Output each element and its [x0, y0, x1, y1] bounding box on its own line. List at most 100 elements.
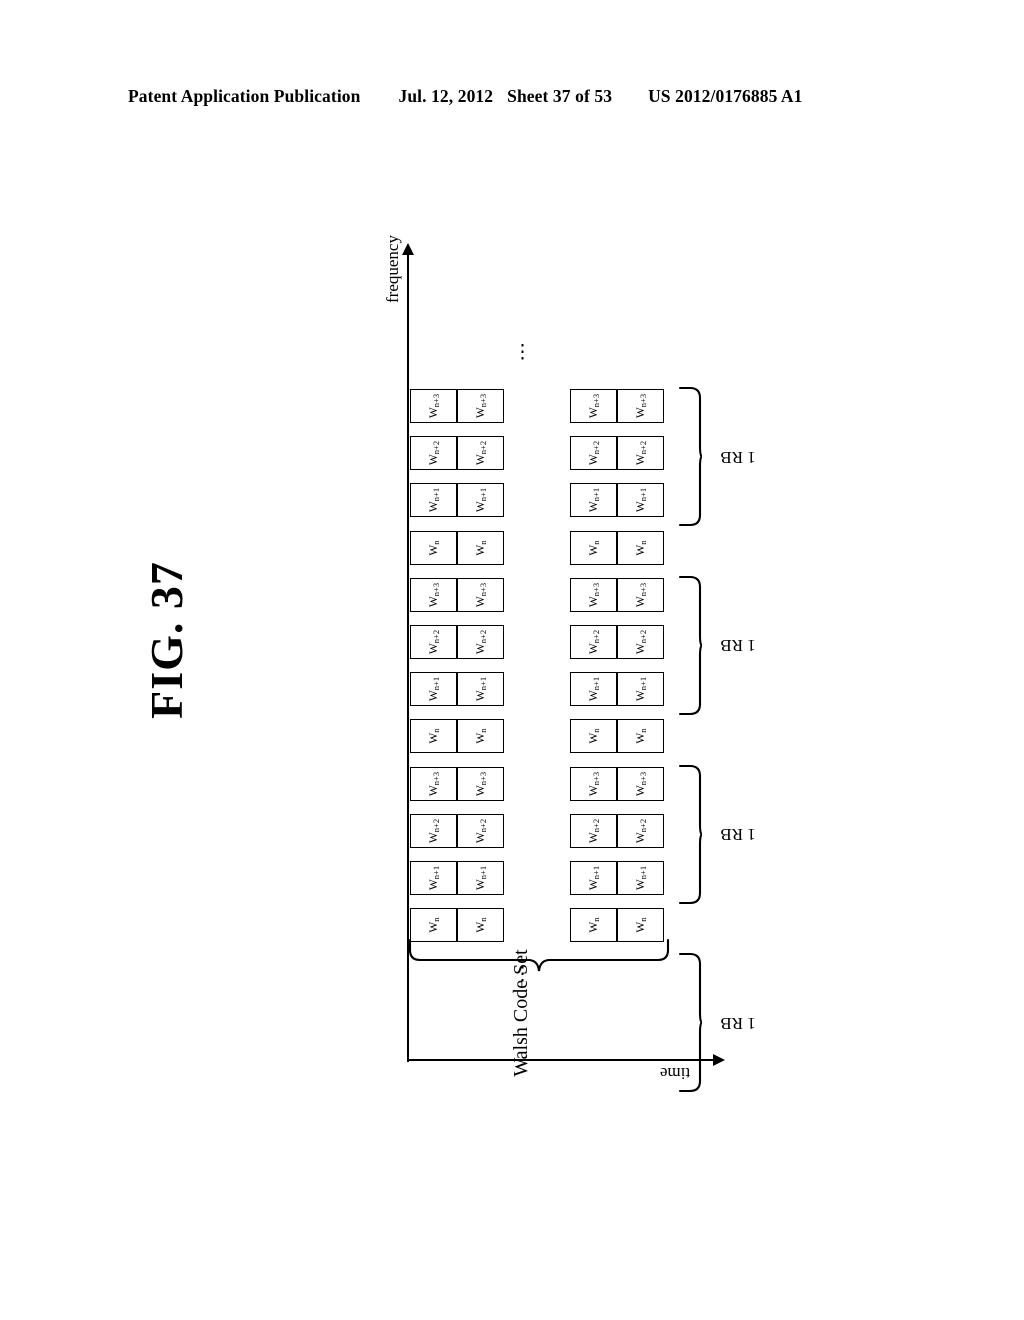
resource-cell-label: Wn+3 — [474, 771, 488, 796]
resource-cell: Wn — [570, 530, 617, 565]
resource-block-brace-svg — [678, 575, 703, 715]
walsh-brace-svg — [408, 938, 670, 972]
walsh-code-set-label: Walsh Code Set — [510, 949, 532, 1077]
resource-cell-row: Wn+2 Wn+2 — [570, 813, 664, 848]
resource-cell-label: Wn+3 — [474, 582, 488, 607]
resource-cell-label: Wn+3 — [634, 771, 648, 796]
resource-cell-row: Wn Wn — [410, 719, 504, 754]
resource-block-label: 1 RB — [720, 1013, 756, 1033]
resource-block-brace — [678, 386, 704, 527]
resource-cell: Wn+1 — [457, 483, 504, 518]
resource-cell: Wn+3 — [457, 577, 504, 612]
resource-cell-label: Wn+1 — [587, 865, 601, 891]
resource-cell: Wn+2 — [410, 436, 457, 471]
resource-cell-row: Wn Wn — [570, 719, 664, 754]
resource-cell: Wn+1 — [457, 861, 504, 895]
resource-cell: Wn+1 — [410, 672, 457, 707]
resource-cell-row: Wn+2 Wn+2 — [410, 436, 504, 471]
resource-cell-label: Wn+2 — [427, 441, 441, 466]
resource-cell: Wn+1 — [617, 483, 664, 518]
resource-cell: Wn — [570, 719, 617, 754]
resource-cell-label: Wn+3 — [587, 582, 601, 607]
resource-cell-label: Wn+2 — [427, 629, 441, 655]
resource-cell-label: Wn+1 — [427, 488, 441, 513]
resource-cell-label: Wn+2 — [587, 818, 601, 843]
resource-cell: Wn+3 — [570, 766, 617, 801]
resource-cell-row: Wn Wn — [570, 530, 664, 565]
resource-cell: Wn+2 — [570, 436, 617, 471]
resource-cell-label: Wn+1 — [587, 488, 601, 513]
resource-cell-label: Wn+2 — [634, 818, 648, 843]
resource-cell: Wn — [410, 530, 457, 565]
resource-cell: Wn — [617, 530, 664, 565]
resource-cell-label: Wn+2 — [474, 441, 488, 466]
resource-cell: Wn — [410, 719, 457, 754]
resource-cell: Wn+3 — [457, 766, 504, 801]
resource-cell-row: Wn Wn — [410, 530, 504, 565]
resource-cell-label: Wn+1 — [427, 677, 441, 702]
resource-cell-row: Wn+2 Wn+2 — [410, 625, 504, 659]
resource-cell-row: Wn+3 Wn+3 — [410, 577, 504, 612]
resource-cell-row: Wn+2 Wn+2 — [570, 436, 664, 471]
resource-cell-label: Wn+3 — [474, 393, 488, 419]
frequency-axis-label: frequency — [383, 235, 402, 303]
resource-cell-label: Wn — [474, 728, 488, 744]
time-axis-line — [407, 1059, 717, 1061]
resource-cell-label: Wn+2 — [634, 441, 648, 466]
resource-cell-row: Wn+1 Wn+1 — [410, 483, 504, 518]
resource-cell-label: Wn+2 — [474, 818, 488, 843]
resource-cell-label: Wn+1 — [634, 488, 648, 513]
resource-cell: Wn+2 — [410, 625, 457, 659]
walsh-code-set-brace — [408, 938, 670, 972]
resource-cell: Wn — [617, 719, 664, 754]
resource-cell-row: Wn+3 Wn+3 — [570, 766, 664, 801]
resource-cell: Wn — [457, 530, 504, 565]
resource-cell-label: Wn+3 — [427, 393, 441, 419]
resource-cell: Wn+2 — [617, 813, 664, 848]
resource-cell-row: Wn+1 Wn+1 — [410, 672, 504, 707]
resource-cell: Wn+3 — [410, 389, 457, 423]
resource-cell: Wn+2 — [410, 813, 457, 848]
resource-cell: Wn+3 — [570, 577, 617, 612]
resource-cell-row: Wn+1 Wn+1 — [570, 672, 664, 707]
resource-cell: Wn+1 — [457, 672, 504, 707]
resource-cell: Wn+2 — [457, 813, 504, 848]
resource-cell: Wn+1 — [570, 672, 617, 707]
resource-cell-row: Wn+1 Wn+1 — [410, 861, 504, 895]
resource-cell-label: Wn+3 — [634, 582, 648, 607]
resource-cell-label: Wn+1 — [634, 677, 648, 702]
resource-cell: Wn+1 — [410, 861, 457, 895]
resource-cell: Wn+3 — [457, 389, 504, 423]
resource-cell: Wn+3 — [617, 577, 664, 612]
resource-cell-label: Wn+2 — [587, 441, 601, 466]
resource-cell-label: Wn+1 — [474, 677, 488, 702]
resource-cell-label: Wn+2 — [587, 629, 601, 655]
resource-block-brace — [678, 764, 704, 905]
resource-cell-row: Wn+3 Wn+3 — [570, 577, 664, 612]
resource-cell: Wn+1 — [617, 861, 664, 895]
resource-cell-row: Wn+2 Wn+2 — [410, 813, 504, 848]
resource-cell-row: Wn+1 Wn+1 — [570, 483, 664, 518]
resource-block-brace — [678, 575, 704, 716]
resource-cell-row: Wn+3 Wn+3 — [570, 389, 664, 423]
resource-cell-label: Wn — [634, 728, 648, 744]
resource-cell-label: Wn+2 — [427, 818, 441, 843]
resource-cell-label: Wn — [587, 540, 601, 556]
resource-cell: Wn+1 — [617, 672, 664, 707]
resource-cell-label: Wn — [587, 728, 601, 744]
resource-cell-label: Wn+1 — [634, 865, 648, 891]
figure-drawing: frequency time ⋮ Wn+3 Wn+3 Wn+3 Wn+3 Wn+2 Wn+… — [0, 0, 1024, 1320]
resource-cell-label: Wn+3 — [427, 582, 441, 607]
resource-cell: Wn+2 — [617, 625, 664, 659]
resource-cell: Wn+2 — [457, 436, 504, 471]
resource-block-brace-svg — [678, 953, 703, 1093]
resource-cell-label: Wn+1 — [427, 865, 441, 891]
resource-cell-label: Wn — [474, 540, 488, 556]
resource-cell: Wn+3 — [410, 577, 457, 612]
resource-block-brace-svg — [678, 764, 703, 904]
resource-cell: Wn+2 — [457, 625, 504, 659]
resource-block-brace-svg — [678, 386, 703, 527]
resource-cell: Wn+3 — [570, 389, 617, 423]
resource-cell: Wn+3 — [410, 766, 457, 801]
resource-cell: Wn — [457, 719, 504, 754]
